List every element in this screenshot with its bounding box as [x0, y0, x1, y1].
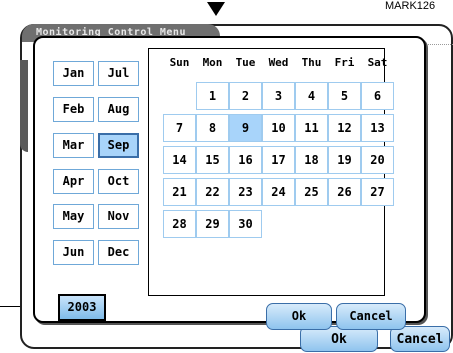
day-cell[interactable]: 26 — [328, 178, 361, 206]
day-cell[interactable]: 5 — [328, 82, 361, 110]
day-cell[interactable]: 27 — [361, 178, 394, 206]
month-button-oct[interactable]: Oct — [98, 169, 139, 194]
month-button-sep[interactable]: Sep — [98, 133, 139, 158]
day-cell[interactable]: 28 — [163, 210, 196, 238]
day-cell[interactable]: 10 — [262, 114, 295, 142]
month-button-dec[interactable]: Dec — [98, 240, 139, 265]
ok-button[interactable]: Ok — [266, 303, 332, 330]
month-button-jan[interactable]: Jan — [53, 61, 94, 86]
weekday-header: Wed — [268, 56, 289, 69]
month-button-jul[interactable]: Jul — [98, 61, 139, 86]
day-cell[interactable]: 9 — [229, 114, 262, 142]
day-cell[interactable]: 11 — [295, 114, 328, 142]
day-cell[interactable]: 12 — [328, 114, 361, 142]
weekday-header: Thu — [301, 56, 322, 69]
month-button-may[interactable]: May — [53, 204, 94, 229]
mark-label: MARK126 — [385, 0, 436, 12]
weekday-header: Sun — [169, 56, 190, 69]
day-cell[interactable]: 7 — [163, 114, 196, 142]
window-edge — [20, 60, 28, 152]
day-cell[interactable]: 1 — [196, 82, 229, 110]
day-cell[interactable]: 25 — [295, 178, 328, 206]
day-cell[interactable]: 16 — [229, 146, 262, 174]
day-cell[interactable]: 29 — [196, 210, 229, 238]
month-button-aug[interactable]: Aug — [98, 97, 139, 122]
month-button-nov[interactable]: Nov — [98, 204, 139, 229]
day-cell[interactable]: 4 — [295, 82, 328, 110]
month-button-jun[interactable]: Jun — [53, 240, 94, 265]
day-cell[interactable]: 24 — [262, 178, 295, 206]
day-cell[interactable]: 2 — [229, 82, 262, 110]
day-cell[interactable]: 30 — [229, 210, 262, 238]
day-cell[interactable]: 23 — [229, 178, 262, 206]
pointer-arrow-icon — [207, 2, 225, 16]
weekday-header: Mon — [202, 56, 223, 69]
month-button-mar[interactable]: Mar — [53, 133, 94, 158]
month-button-feb[interactable]: Feb — [53, 97, 94, 122]
day-cell[interactable]: 18 — [295, 146, 328, 174]
day-cell[interactable]: 19 — [328, 146, 361, 174]
weekday-header: Sat — [367, 56, 388, 69]
day-cell[interactable]: 14 — [163, 146, 196, 174]
day-cell[interactable]: 21 — [163, 178, 196, 206]
day-cell[interactable]: 17 — [262, 146, 295, 174]
day-cell[interactable]: 15 — [196, 146, 229, 174]
day-cell[interactable]: 22 — [196, 178, 229, 206]
cancel-button[interactable]: Cancel — [336, 303, 406, 330]
day-cell[interactable]: 20 — [361, 146, 394, 174]
day-cell[interactable]: 13 — [361, 114, 394, 142]
day-cell[interactable]: 8 — [196, 114, 229, 142]
weekday-header: Fri — [334, 56, 355, 69]
day-cell[interactable]: 3 — [262, 82, 295, 110]
weekday-header: Tue — [235, 56, 256, 69]
day-cell[interactable]: 6 — [361, 82, 394, 110]
year-button[interactable]: 2003 — [58, 294, 106, 321]
month-button-apr[interactable]: Apr — [53, 169, 94, 194]
